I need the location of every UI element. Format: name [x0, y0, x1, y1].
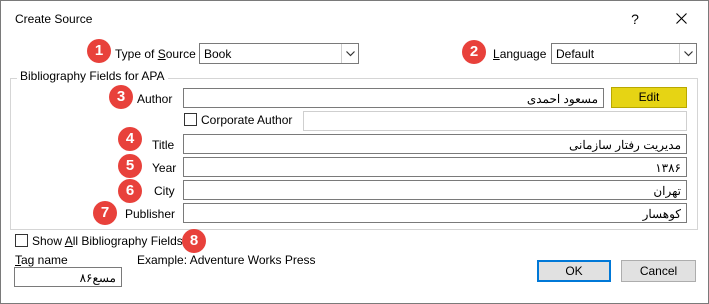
bibliography-fields-group-title: Bibliography Fields for APA [17, 69, 168, 83]
dialog-title: Create Source [15, 12, 93, 26]
tag-name-value: مسع۸۶ [79, 271, 116, 285]
author-value: مسعود احمدی [526, 92, 598, 106]
language-label: Language [493, 47, 547, 61]
year-label: Year [152, 161, 177, 175]
author-label: Author [137, 92, 173, 106]
type-of-source-label: Type of Source [115, 47, 196, 61]
language-value: Default [556, 47, 595, 61]
annotation-badge-5: 5 [118, 154, 142, 178]
close-button[interactable] [665, 7, 697, 31]
annotation-badge-7: 7 [93, 201, 117, 225]
help-button[interactable]: ? [621, 7, 649, 31]
year-value: ۱۳۸۶ [655, 161, 681, 175]
title-value: مدیریت رفتار سازمانی [568, 138, 681, 152]
chevron-down-icon [341, 44, 358, 63]
title-bar: Create Source ? [1, 1, 708, 35]
cancel-button[interactable]: Cancel [621, 260, 696, 282]
create-source-dialog: Create Source ? Type of Source Book Lang… [0, 0, 709, 304]
annotation-badge-2: 2 [462, 40, 486, 64]
show-all-fields-checkbox[interactable] [15, 234, 28, 247]
example-text: Example: Adventure Works Press [137, 253, 316, 267]
annotation-badge-8: 8 [182, 229, 206, 253]
annotation-badge-4: 4 [118, 127, 142, 151]
publisher-label: Publisher [125, 207, 176, 221]
type-of-source-value: Book [204, 47, 232, 61]
close-icon [675, 13, 687, 24]
corporate-author-checkbox[interactable] [184, 113, 197, 126]
show-all-fields-label: Show All Bibliography Fields [32, 234, 183, 248]
chevron-down-icon [679, 44, 696, 63]
corporate-author-label: Corporate Author [201, 113, 293, 127]
publisher-value: کوهسار [642, 207, 681, 221]
annotation-badge-6: 6 [118, 179, 142, 203]
tag-name-field[interactable]: مسع۸۶ [14, 267, 122, 287]
edit-author-button[interactable]: Edit [611, 87, 687, 108]
corporate-author-field[interactable] [303, 111, 687, 131]
title-field[interactable]: مدیریت رفتار سازمانی [183, 134, 687, 154]
annotation-badge-3: 3 [109, 85, 133, 109]
title-label: Title [152, 138, 175, 152]
publisher-field[interactable]: کوهسار [183, 203, 687, 223]
language-select[interactable]: Default [551, 43, 697, 64]
city-label: City [154, 184, 175, 198]
author-field[interactable]: مسعود احمدی [183, 88, 604, 108]
type-of-source-select[interactable]: Book [199, 43, 359, 64]
tag-name-label: Tag name [15, 253, 68, 267]
annotation-badge-1: 1 [87, 39, 111, 63]
city-field[interactable]: تهران [183, 180, 687, 200]
city-value: تهران [653, 184, 681, 198]
year-field[interactable]: ۱۳۸۶ [183, 157, 687, 177]
ok-button[interactable]: OK [537, 260, 611, 282]
